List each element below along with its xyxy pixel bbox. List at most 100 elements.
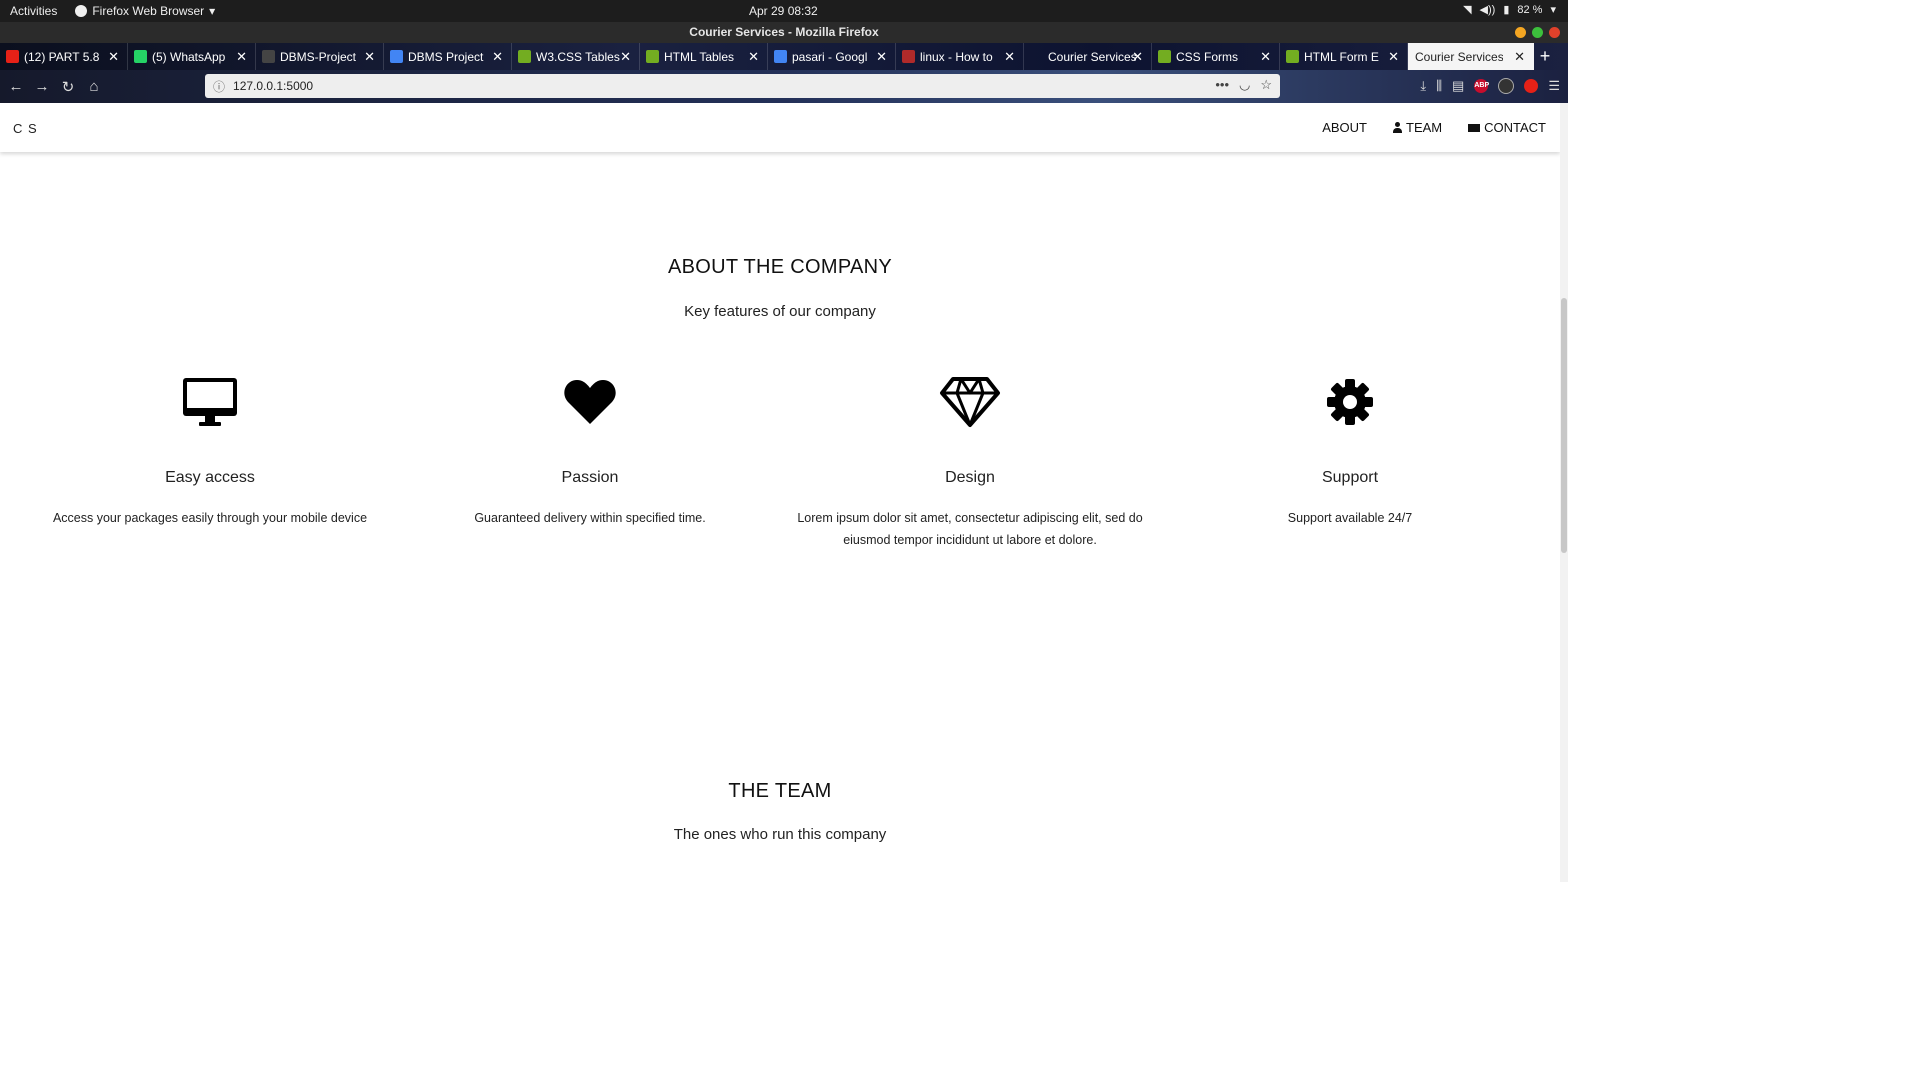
nav-contact-label: CONTACT <box>1484 120 1546 135</box>
window-title: Courier Services - Mozilla Firefox <box>689 25 879 39</box>
youtube-extension-icon[interactable] <box>1524 79 1539 93</box>
feature-description: Lorem ipsum dolor sit amet, consectetur … <box>797 511 1143 547</box>
tab[interactable]: linux - How to ✕ <box>896 43 1024 70</box>
close-icon[interactable]: ✕ <box>1004 49 1015 65</box>
forward-icon[interactable]: → <box>29 78 55 95</box>
volume-icon: ◀)) <box>1479 4 1496 16</box>
w3schools-icon <box>646 50 659 63</box>
tab[interactable]: (5) WhatsApp ✕ <box>128 43 256 70</box>
url-bar[interactable]: ⓘ 127.0.0.1:5000 ••• ◡ ☆ <box>205 74 1280 98</box>
close-window-button[interactable] <box>1549 27 1560 38</box>
activities-button[interactable]: Activities <box>10 4 57 18</box>
adblock-plus-icon[interactable]: ABP <box>1474 79 1489 93</box>
tab-label: (12) PART 5.8 <box>24 49 100 64</box>
tab-label: pasari - Googl <box>792 49 868 64</box>
user-icon <box>1393 122 1402 133</box>
close-icon[interactable]: ✕ <box>620 49 631 65</box>
tab[interactable]: DBMS-Project ✕ <box>256 43 384 70</box>
new-tab-button[interactable]: + <box>1534 43 1556 70</box>
nav-team-link[interactable]: TEAM <box>1393 120 1442 135</box>
team-section-subtitle: The ones who run this company <box>673 826 887 843</box>
chevron-down-icon: ▾ <box>1550 4 1556 16</box>
stackexchange-icon <box>902 50 915 63</box>
home-icon[interactable]: ⌂ <box>81 78 107 95</box>
maximize-button[interactable] <box>1532 27 1543 38</box>
library-icon[interactable]: ⫼ <box>1436 78 1442 94</box>
close-icon[interactable]: ✕ <box>1514 49 1525 65</box>
tab[interactable]: W3.CSS Tables ✕ <box>512 43 640 70</box>
download-icon[interactable]: ⤓ <box>1420 78 1426 94</box>
tab[interactable]: HTML Form E ✕ <box>1280 43 1408 70</box>
close-icon[interactable]: ✕ <box>876 49 887 65</box>
feature-title: Support <box>1321 469 1379 486</box>
tab-strip: (12) PART 5.8 ✕ (5) WhatsApp ✕ DBMS-Projec… <box>0 43 1568 70</box>
heart-icon <box>400 373 780 431</box>
reload-icon[interactable]: ↻ <box>55 78 81 96</box>
extension-icon[interactable] <box>1498 78 1515 94</box>
tab[interactable]: CSS Forms ✕ <box>1152 43 1280 70</box>
nav-toolbar: ← → ↻ ⌂ ⓘ 127.0.0.1:5000 ••• ◡ ☆ ⤓ ⫼ ▤ A… <box>0 70 1568 103</box>
close-icon[interactable]: ✕ <box>1388 49 1399 65</box>
site-brand[interactable]: C S <box>13 121 38 136</box>
close-icon[interactable]: ✕ <box>1260 49 1271 65</box>
pocket-icon[interactable]: ◡ <box>1239 77 1250 93</box>
diamond-icon <box>780 373 1160 431</box>
battery-level: 82 % <box>1517 3 1543 16</box>
about-section-subtitle: Key features of our company <box>684 303 876 320</box>
close-icon[interactable]: ✕ <box>108 49 119 65</box>
close-icon[interactable]: ✕ <box>236 49 247 65</box>
firefox-icon <box>75 5 88 17</box>
page-actions-icon[interactable]: ••• <box>1215 77 1229 93</box>
about-section-title: ABOUT THE COMPANY <box>667 256 893 278</box>
tab[interactable]: DBMS Project ✕ <box>384 43 512 70</box>
close-icon[interactable]: ✕ <box>1132 49 1143 65</box>
tab-label: (5) WhatsApp <box>152 49 226 64</box>
gear-icon <box>1160 373 1540 431</box>
tab-label: CSS Forms <box>1176 49 1239 64</box>
tab-label: Courier Services <box>1048 49 1136 64</box>
feature-easy-access: Easy access Access your packages easily … <box>20 373 400 529</box>
clock[interactable]: Apr 29 08:32 <box>749 4 818 18</box>
tab[interactable]: HTML Tables ✕ <box>640 43 768 70</box>
tab-label: HTML Tables <box>664 49 735 64</box>
nav-contact-link[interactable]: CONTACT <box>1468 120 1546 135</box>
nav-about-link[interactable]: ABOUT <box>1322 120 1367 135</box>
battery-icon: ▮ <box>1503 4 1510 16</box>
close-icon[interactable]: ✕ <box>492 49 503 65</box>
feature-title: Passion <box>561 469 619 486</box>
tab[interactable]: (12) PART 5.8 ✕ <box>0 43 128 70</box>
bookmark-star-icon[interactable]: ☆ <box>1260 77 1272 93</box>
page-icon <box>1030 50 1043 63</box>
feature-title: Design <box>945 469 995 486</box>
nav-team-label: TEAM <box>1406 120 1443 135</box>
desktop-icon <box>20 373 400 431</box>
tab-active[interactable]: Courier Services ✕ <box>1408 43 1534 70</box>
sidebar-icon[interactable]: ▤ <box>1452 78 1464 94</box>
team-section-title: THE TEAM <box>728 780 832 802</box>
nav-about-label: ABOUT <box>1322 120 1367 135</box>
tab-label: HTML Form E <box>1304 49 1379 64</box>
system-tray[interactable]: ◥ ◀)) ▮ 82 % ▾ <box>1463 3 1556 17</box>
url-text[interactable]: 127.0.0.1:5000 <box>233 79 313 93</box>
back-icon[interactable]: ← <box>3 78 29 95</box>
page-viewport: C S ABOUT TEAM CONTACT ABOUT THE COMPANY… <box>0 103 1560 882</box>
close-icon[interactable]: ✕ <box>748 49 759 65</box>
feature-description: Guaranteed delivery within specified tim… <box>474 511 706 525</box>
toolbar-right: ⤓ ⫼ ▤ ABP ☰ <box>1420 78 1560 94</box>
minimize-button[interactable] <box>1515 27 1526 38</box>
app-menu[interactable]: Firefox Web Browser ▾ <box>75 4 215 18</box>
w3schools-icon <box>518 50 531 63</box>
url-bar-actions: ••• ◡ ☆ <box>1215 77 1272 93</box>
info-icon[interactable]: ⓘ <box>213 78 225 95</box>
tab-label: DBMS Project <box>408 49 484 64</box>
feature-passion: Passion Guaranteed delivery within speci… <box>400 373 780 529</box>
tab-label: Courier Services <box>1415 49 1503 64</box>
hamburger-menu-icon[interactable]: ☰ <box>1548 78 1560 94</box>
feature-design: Design Lorem ipsum dolor sit amet, conse… <box>780 373 1160 551</box>
page-scrollbar[interactable] <box>1560 103 1568 882</box>
tab[interactable]: pasari - Googl ✕ <box>768 43 896 70</box>
feature-title: Easy access <box>165 469 255 486</box>
close-icon[interactable]: ✕ <box>364 49 375 65</box>
tab[interactable]: Courier Services ✕ <box>1024 43 1152 70</box>
scrollbar-thumb[interactable] <box>1561 298 1567 553</box>
